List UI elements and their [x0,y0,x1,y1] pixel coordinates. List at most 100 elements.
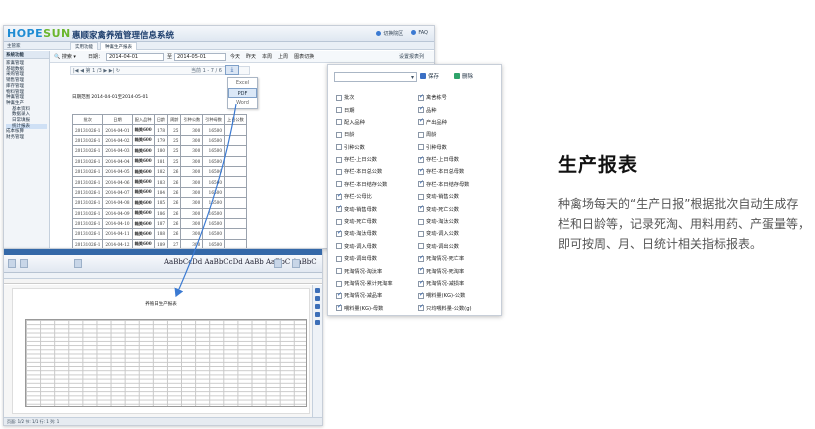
checkbox[interactable] [336,243,342,250]
checkbox[interactable] [418,105,424,114]
table-row[interactable]: 20131026-1 2014-04-02 箱美600 179 25 300 16500 [71,134,247,147]
checkbox[interactable] [336,204,342,213]
column-option[interactable]: 禽舍栋号 [418,93,496,102]
column-option[interactable]: 变动-淘汰公数 [418,217,496,226]
checkbox[interactable] [418,303,424,312]
column-option[interactable]: 死淘情况-减品率 [336,291,414,300]
export-excel[interactable]: Excel [228,78,257,88]
column-header[interactable]: 日期 [102,113,133,126]
table-row[interactable]: 20131026-1 2014-04-01 箱美600 178 25 300 16500 [71,124,247,136]
checkbox[interactable] [336,144,342,151]
column-option[interactable]: 死淘情况-死亡率 [418,254,496,263]
column-option[interactable]: 引种公数 [336,143,414,152]
column-option[interactable]: 死淘情况-累计死淘率 [336,279,414,288]
checkbox[interactable] [418,279,424,287]
export-button[interactable]: ⤓ [225,65,239,75]
checkbox[interactable] [336,107,342,114]
table-row[interactable]: 20131026-1 2014-04-05 箱美600 182 26 300 16500 [71,165,247,178]
column-option[interactable]: 变动-调出母数 [336,254,414,263]
checkbox[interactable] [418,243,424,250]
checkbox[interactable] [418,93,424,101]
column-header[interactable]: 配入品种 [131,113,155,126]
column-option[interactable]: 存栏-本日总公数 [336,167,414,176]
faq-link[interactable]: FAQ [411,30,428,37]
column-header[interactable]: 周龄 [167,113,182,126]
tab-utilities[interactable]: 实用功能 [70,42,98,50]
column-header[interactable]: 日龄 [153,113,169,126]
checkbox[interactable] [336,94,342,101]
column-option[interactable]: 存栏-上日母数 [418,155,496,164]
table-row[interactable]: 20131026-1 2014-04-07 箱美600 184 26 300 16500 [71,186,247,199]
checkbox[interactable] [418,254,424,262]
column-header[interactable]: 上日公数 [224,113,247,126]
checkbox[interactable] [336,280,342,287]
column-header[interactable]: 引种母数 [202,113,225,126]
link-today[interactable]: 今天 [230,53,240,60]
pager[interactable]: |◀ ◀ 第 1 /3 ▶ ▶| ↻ 当前 1 - 7 / 6 [70,66,250,75]
checkbox[interactable] [336,131,342,138]
checkbox[interactable] [418,167,424,175]
checkbox[interactable] [336,181,342,188]
column-option[interactable]: 存栏-本日结存公数 [336,180,414,189]
column-option[interactable]: 死淘情况-减损率 [418,279,496,288]
cut-icon[interactable] [20,259,28,268]
column-option[interactable]: 存栏-上日公数 [336,155,414,164]
delete-button[interactable]: 删除 [454,72,473,80]
column-option[interactable]: 变动-调入母数 [336,242,414,251]
tool-icon[interactable] [315,320,320,325]
checkbox[interactable] [336,268,342,275]
column-option[interactable]: 周龄 [418,130,496,139]
checkbox[interactable] [336,156,342,163]
tool-icon[interactable] [315,296,320,301]
checkbox[interactable] [418,204,424,213]
column-option[interactable]: 变动-淘汰母数 [336,229,414,238]
tab-production-report[interactable]: 种禽生产报表 [100,42,137,50]
date-from-input[interactable]: 2014-04-01 [106,53,164,61]
column-option[interactable]: 变动-销售公数 [418,192,496,201]
column-option[interactable]: 变动-调出公数 [418,242,496,251]
column-option[interactable]: 死淘情况-淘汰率 [336,266,414,275]
checkbox[interactable] [418,117,424,126]
column-option[interactable]: 喂料量(KG)-公数 [418,291,496,300]
search-button[interactable]: 🔍 搜索 ▾ [54,53,76,60]
checkbox[interactable] [336,218,342,225]
link-this-week[interactable]: 本周 [262,53,272,60]
column-option[interactable]: 变动-死亡公数 [418,204,496,214]
checkbox[interactable] [336,192,342,200]
column-option[interactable]: 存栏-本日总母数 [418,167,496,176]
column-option[interactable]: 死淘情况-死淘率 [418,266,496,275]
export-pdf[interactable]: PDF [228,88,257,98]
switch-link[interactable]: 切换院区 [376,30,403,37]
date-to-input[interactable]: 2014-05-01 [174,53,226,61]
config-columns-link[interactable]: 设置报表列 [399,53,424,60]
column-header[interactable]: 批次 [71,113,104,126]
column-option[interactable]: 变动-调入公数 [418,229,496,238]
link-chart-toggle[interactable]: 图表切换 [294,53,314,60]
tool-icon[interactable] [315,288,320,293]
column-header[interactable]: 引种公数 [180,113,204,126]
column-option[interactable]: 产出品种 [418,117,496,127]
column-option[interactable]: 存栏-本日结存母数 [418,179,496,189]
pager-controls[interactable]: |◀ ◀ 第 1 /3 ▶ ▶| ↻ [73,68,120,74]
column-option[interactable]: 存栏-公母比 [336,192,414,201]
checkbox[interactable] [336,303,342,312]
table-row[interactable]: 20131026-1 2014-04-04 箱美600 181 25 300 16500 [71,155,247,167]
checkbox[interactable] [336,119,342,126]
table-row[interactable]: 20131026-1 2014-04-08 箱美600 185 26 300 16500 [71,197,247,209]
column-option[interactable]: 配入品种 [336,118,414,127]
checkbox[interactable] [418,266,424,275]
checkbox[interactable] [336,255,342,262]
checkbox[interactable] [336,291,342,299]
link-yesterday[interactable]: 昨天 [246,53,256,60]
sidebar-item[interactable]: 财务管理 [6,135,47,141]
checkbox[interactable] [336,168,342,175]
table-row[interactable]: 20131026-1 2014-04-10 箱美600 187 26 300 16500 [71,217,247,230]
tool-icon[interactable] [315,304,320,309]
column-option[interactable]: 变动-销售母数 [336,204,414,214]
replace-icon[interactable] [292,259,300,268]
checkbox[interactable] [418,179,424,188]
column-option[interactable]: 批次 [336,93,414,102]
checkbox[interactable] [418,131,424,138]
column-option[interactable]: 只均喂料量-公数(g) [418,303,496,313]
checkbox[interactable] [336,229,342,237]
